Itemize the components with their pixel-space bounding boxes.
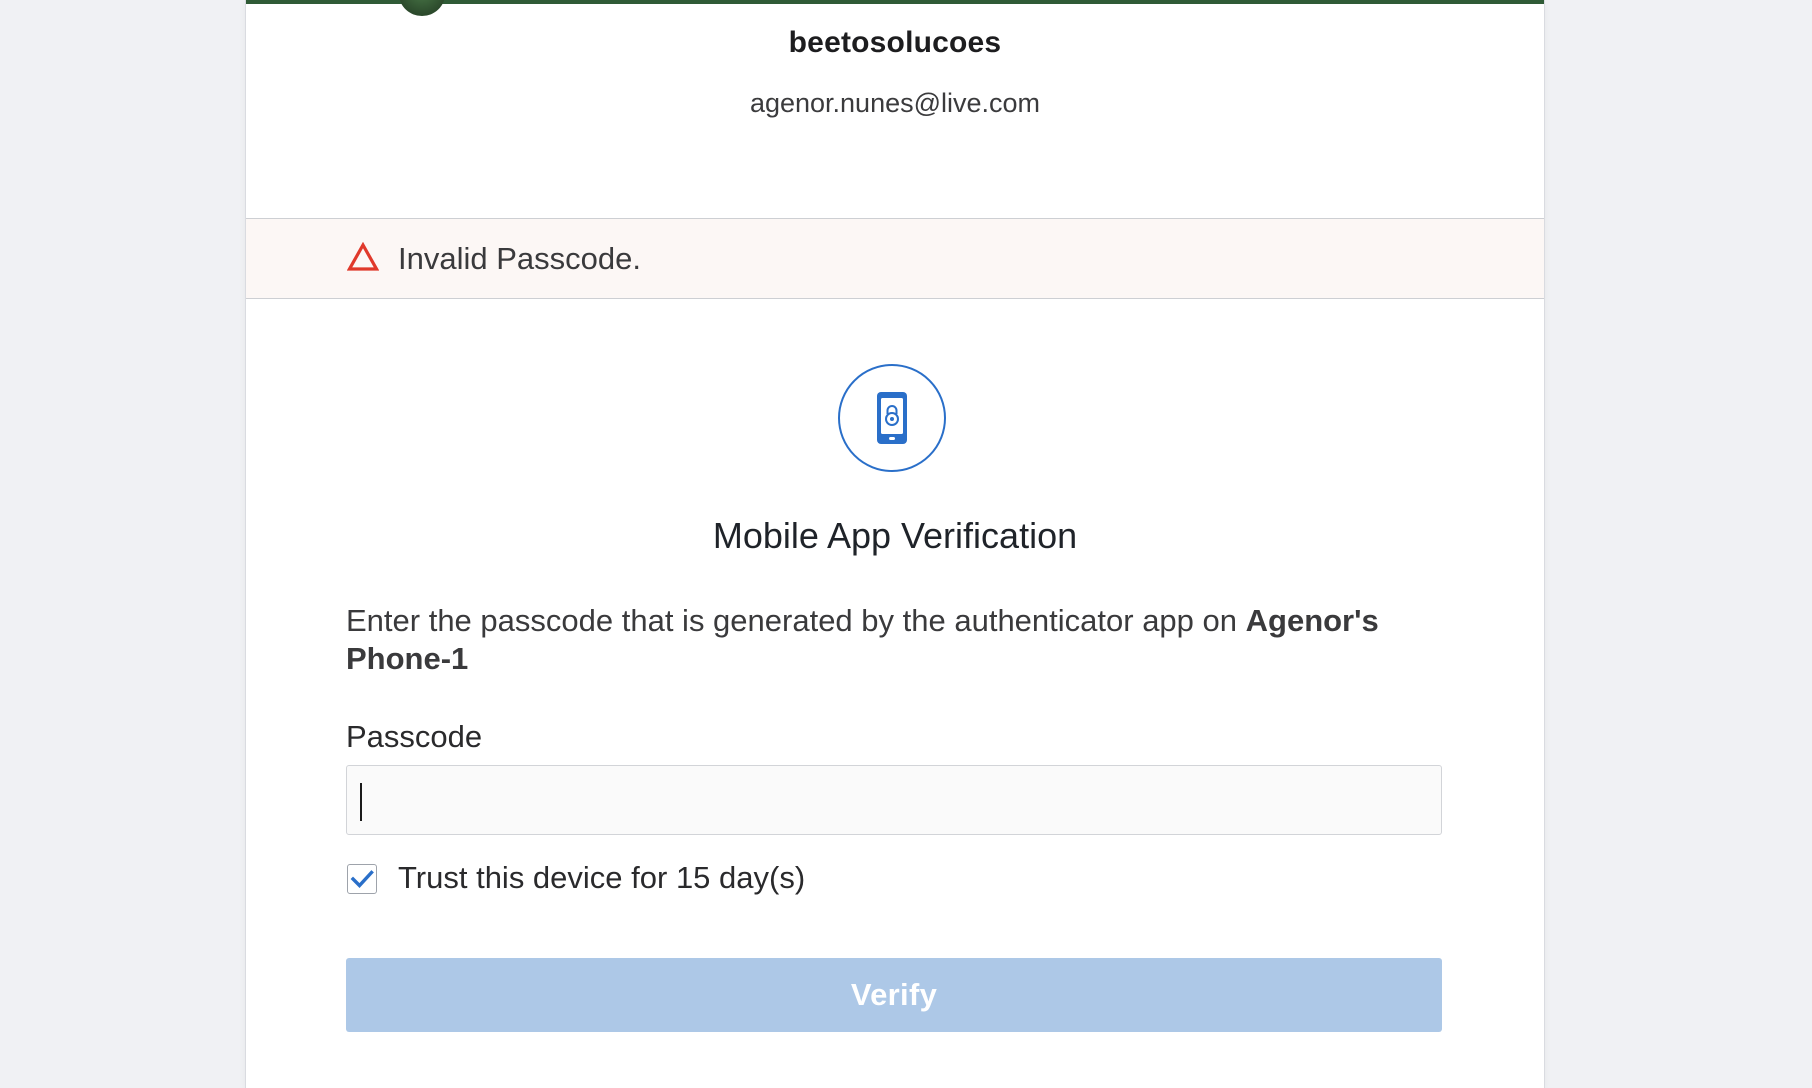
passcode-input[interactable] (346, 765, 1442, 835)
error-alert: Invalid Passcode. (246, 218, 1544, 299)
passcode-label: Passcode (346, 719, 483, 754)
instructions-prefix: Enter the passcode that is generated by … (346, 603, 1246, 638)
verify-button[interactable]: Verify (346, 958, 1442, 1032)
warning-triangle-icon (347, 242, 379, 271)
org-name: beetosolucoes (788, 26, 1002, 59)
user-avatar (399, 0, 445, 16)
alert-message: Invalid Passcode. (398, 241, 641, 276)
factor-title: Mobile App Verification (712, 515, 1078, 556)
checkmark-icon (350, 870, 374, 888)
login-card: beetosolucoes agenor.nunes@live.com Inva… (246, 0, 1544, 1088)
instructions-text: Enter the passcode that is generated by … (346, 602, 1446, 678)
user-email: agenor.nunes@live.com (749, 88, 1041, 118)
trust-device-label[interactable]: Trust this device for 15 day(s) (398, 860, 805, 896)
trust-device-checkbox[interactable] (347, 864, 377, 894)
text-caret (360, 783, 362, 821)
mobile-lock-icon (838, 364, 946, 472)
